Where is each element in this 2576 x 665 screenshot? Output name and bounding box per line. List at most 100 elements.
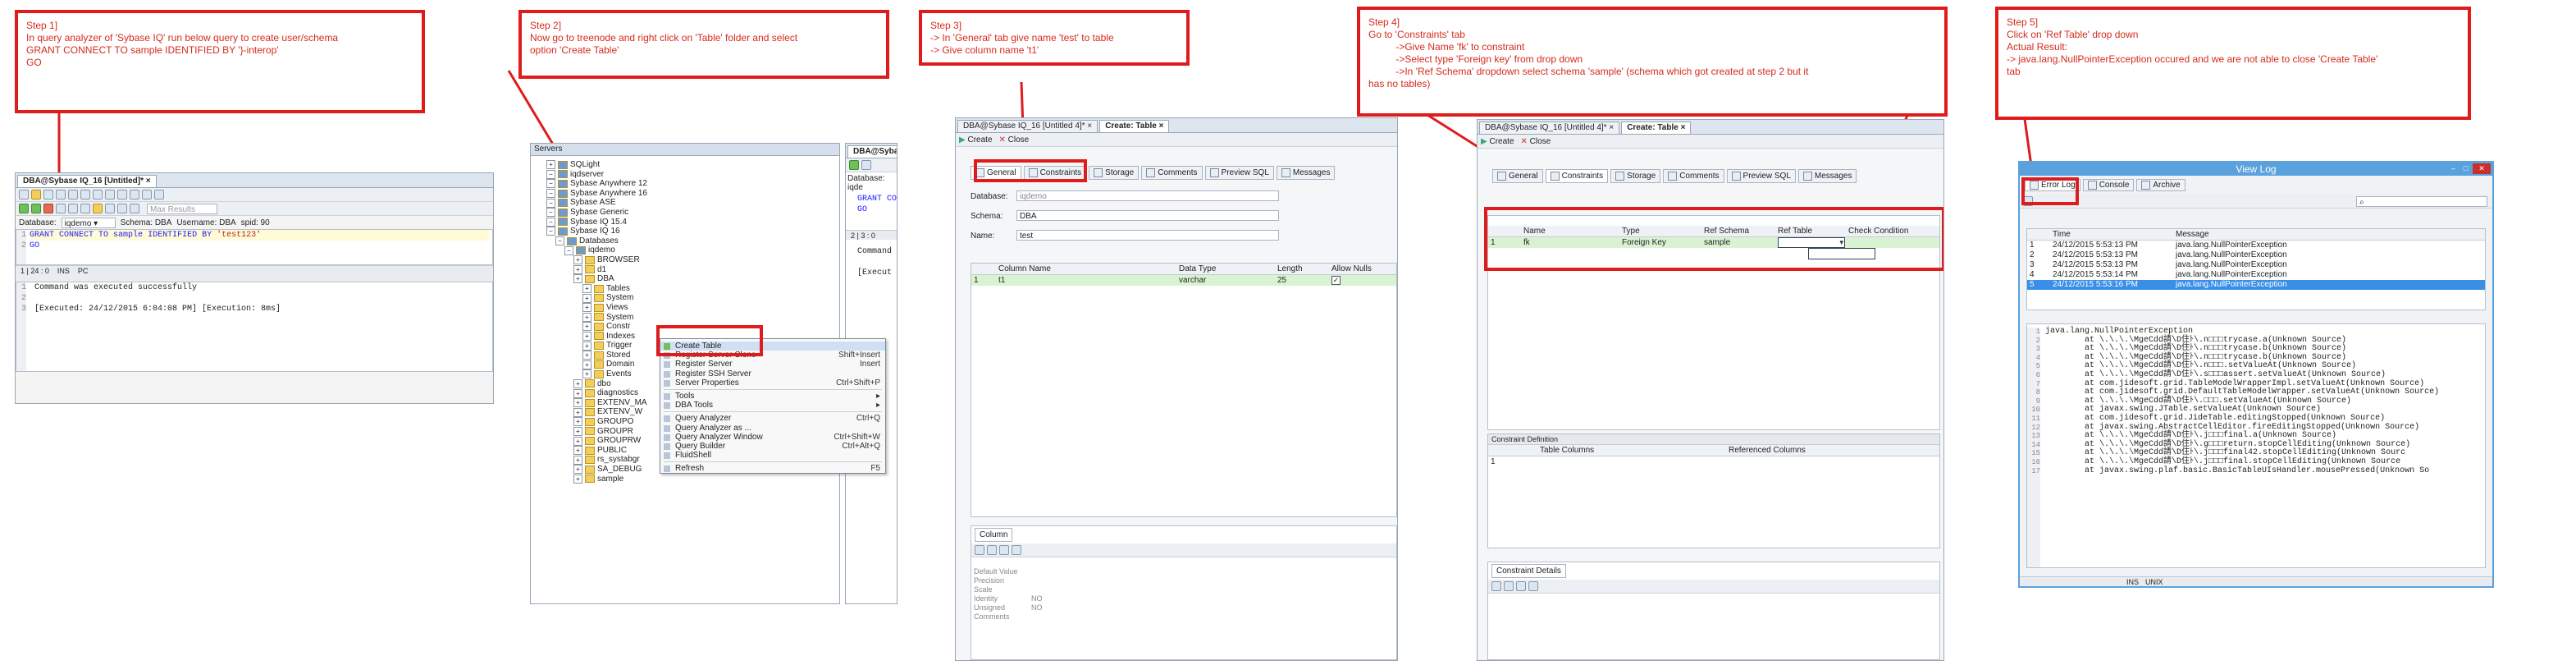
copy-icon[interactable] [68, 190, 78, 200]
log-row[interactable]: 5 24/12/2015 5:53:16 PM java.lang.NullPoin… [2027, 280, 2485, 290]
tree-node[interactable]: + Events [537, 369, 647, 379]
comment-icon[interactable] [142, 190, 152, 200]
expand-toggle-icon[interactable]: − [546, 198, 555, 208]
tree-node[interactable]: − iqdserver [537, 170, 647, 180]
log-search-input[interactable]: ⌕ [2356, 195, 2487, 207]
expand-toggle-icon[interactable]: + [582, 360, 591, 369]
tree-node[interactable]: + Views [537, 303, 647, 313]
expand-toggle-icon[interactable]: + [582, 351, 591, 360]
expand-toggle-icon[interactable]: + [582, 341, 591, 351]
menu-item[interactable]: DBA Tools ▸ [660, 401, 885, 410]
expand-toggle-icon[interactable]: + [573, 255, 582, 265]
expand-icon[interactable] [1516, 581, 1526, 591]
close-button[interactable]: ✕ Close [999, 135, 1030, 144]
property-row[interactable]: Default Value [971, 567, 1396, 576]
rollback-icon[interactable] [80, 204, 90, 213]
execute-icon[interactable] [849, 160, 859, 170]
history-icon[interactable] [93, 204, 103, 213]
tree-node[interactable]: + PUBLIC [537, 446, 647, 456]
redo-icon[interactable] [105, 190, 115, 200]
expand-toggle-icon[interactable]: + [573, 436, 582, 446]
tab-preview-sql[interactable]: Preview SQL [1204, 166, 1274, 180]
message-column-header[interactable]: Message [2173, 229, 2469, 240]
save-icon[interactable] [43, 190, 53, 200]
query-tab[interactable]: DBA@Sybase IQ_16 [Untitled]* × [17, 175, 157, 187]
expand-toggle-icon[interactable]: + [582, 322, 591, 332]
tree-node[interactable]: + SQLight [537, 160, 647, 170]
tree-node[interactable]: + rs_systabgr [537, 455, 647, 465]
tab-comments[interactable]: Comments [1663, 169, 1724, 183]
tree-node[interactable]: + d1 [537, 265, 647, 275]
tree-node[interactable]: + GROUPR [537, 427, 647, 437]
tree-node[interactable]: + Trigger [537, 341, 647, 351]
expand-toggle-icon[interactable]: − [555, 236, 564, 246]
tab-comments[interactable]: Comments [1141, 166, 1203, 180]
max-results-input[interactable]: Max Results [147, 203, 217, 214]
data-type-cell[interactable]: varchar [1176, 275, 1275, 286]
tree-node[interactable]: + System [537, 313, 647, 323]
tree-node[interactable]: + BROWSER [537, 255, 647, 265]
log-row[interactable]: 3 24/12/2015 5:53:13 PM java.lang.NullPoin… [2027, 260, 2485, 270]
property-row[interactable]: Scale [971, 585, 1396, 594]
column-row[interactable]: 1 t1 varchar 25 ✓ [971, 275, 1396, 286]
tab-messages[interactable]: Messages [1797, 169, 1857, 183]
explain-icon[interactable] [56, 204, 66, 213]
tree-node[interactable]: + SA_DEBUG [537, 465, 647, 475]
menu-item[interactable]: FluidShell [660, 451, 885, 460]
tree-node[interactable]: − Sybase Anywhere 12 [537, 179, 647, 189]
maximize-icon[interactable]: □ [2460, 163, 2471, 174]
schema-field[interactable]: DBA [1016, 210, 1279, 221]
expand-toggle-icon[interactable]: + [582, 284, 591, 294]
tree-node[interactable]: + Stored [537, 351, 647, 360]
expand-toggle-icon[interactable]: + [546, 160, 555, 170]
grid-icon[interactable] [130, 204, 139, 213]
expand-toggle-icon[interactable]: + [573, 407, 582, 417]
paste-icon[interactable] [80, 190, 90, 200]
expand-toggle-icon[interactable]: − [564, 245, 573, 255]
expand-toggle-icon[interactable]: + [582, 312, 591, 322]
category-icon[interactable] [1504, 581, 1514, 591]
query-tab-partial[interactable]: DBA@Sybas [847, 145, 897, 158]
tab-archive[interactable]: Archive [2136, 179, 2185, 191]
expand-toggle-icon[interactable]: − [546, 217, 555, 227]
expand-icon[interactable] [999, 545, 1009, 555]
close-icon[interactable]: ✕ [2473, 163, 2491, 174]
format-icon[interactable] [130, 190, 139, 200]
category-icon[interactable] [987, 545, 997, 555]
column-name-cell[interactable]: t1 [996, 275, 1176, 286]
menu-item[interactable]: Query Analyzer as ... [660, 424, 885, 433]
property-row[interactable]: Unsigned NO [971, 603, 1396, 612]
collapse-icon[interactable] [1012, 545, 1021, 555]
minimize-icon[interactable]: – [2448, 163, 2459, 174]
collapse-icon[interactable] [1528, 581, 1538, 591]
stop-icon[interactable] [43, 204, 53, 213]
menu-item[interactable]: Query Builder Ctrl+Alt+Q [660, 442, 885, 451]
expand-toggle-icon[interactable]: − [546, 179, 555, 189]
column-header[interactable]: Column Name [996, 264, 1176, 274]
property-row[interactable]: Precision [971, 576, 1396, 585]
tree-node[interactable]: − Sybase Anywhere 16 [537, 189, 647, 199]
tab-storage[interactable]: Storage [1089, 166, 1140, 180]
close-icon[interactable]: × [146, 177, 151, 186]
tree-node[interactable]: + diagnostics [537, 388, 647, 398]
query-tab[interactable]: DBA@Sybase IQ_16 [Untitled 4]* × [1479, 122, 1620, 134]
expand-toggle-icon[interactable]: + [582, 293, 591, 303]
expand-toggle-icon[interactable]: + [582, 331, 591, 341]
undo-icon[interactable] [93, 190, 103, 200]
expand-toggle-icon[interactable]: − [546, 169, 555, 179]
expand-toggle-icon[interactable]: + [573, 378, 582, 388]
expand-toggle-icon[interactable]: + [582, 303, 591, 313]
tree-node[interactable]: − Sybase IQ 16 [537, 227, 647, 236]
layout-icon[interactable] [117, 204, 127, 213]
menu-item[interactable]: Query Analyzer Ctrl+Q [660, 414, 885, 423]
splitter[interactable] [16, 275, 493, 282]
menu-item[interactable]: Server Properties Ctrl+Shift+P [660, 378, 885, 388]
tab-constraints[interactable]: Constraints [1545, 169, 1609, 183]
database-select[interactable]: iqdemo ▾ [61, 217, 116, 228]
sort-icon[interactable] [975, 545, 984, 555]
tree-node[interactable]: + Domain [537, 360, 647, 369]
tab-storage[interactable]: Storage [1610, 169, 1661, 183]
create-button[interactable]: ▶ Create [959, 135, 993, 144]
tree-node[interactable]: − Sybase Generic [537, 208, 647, 218]
column-header[interactable]: Allow Nulls [1329, 264, 1378, 274]
